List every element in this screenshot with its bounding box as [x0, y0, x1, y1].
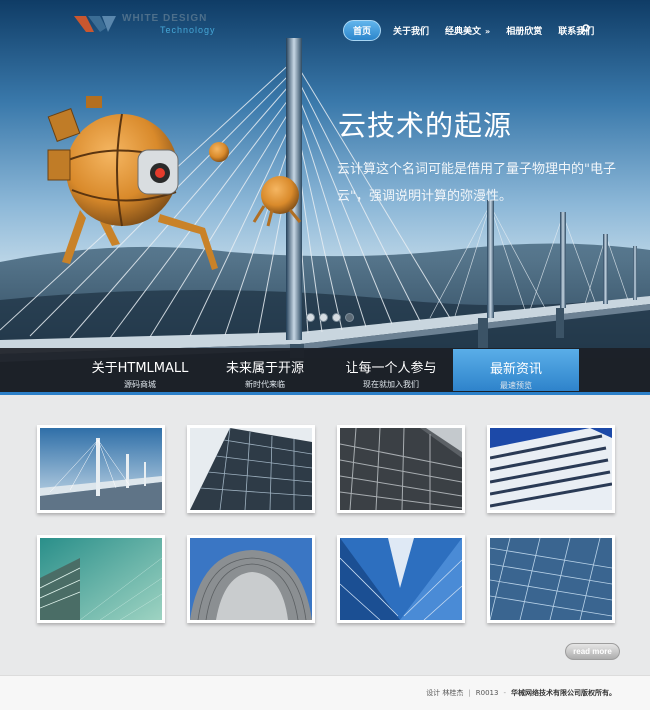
gallery-thumb-glass-tower[interactable] — [187, 425, 315, 513]
site-footer: 设计 林桂杰 | R0013- 华械网络技术有限公司版权所有。 — [0, 675, 650, 710]
main-nav: 首页 关于我们 经典美文» 相册欣赏 联系我们 — [343, 19, 610, 41]
robot-illustration — [47, 96, 218, 270]
logo-mark-icon — [74, 16, 116, 32]
slider-dot[interactable] — [306, 313, 315, 322]
tab-subtitle: 源码商城 — [124, 380, 156, 389]
tab-title: 关于HTMLMALL — [91, 361, 189, 376]
nav-item-gallery[interactable]: 相册欣赏 — [506, 24, 542, 37]
nav-item-home[interactable]: 首页 — [343, 19, 382, 41]
search-icon[interactable] — [580, 24, 590, 34]
tab-title: 让每一个人参与 — [345, 361, 437, 376]
slider-dot-active[interactable] — [345, 313, 354, 322]
double-chevron-icon: » — [485, 26, 491, 36]
slide-text: 云计算这个名词可能是借用了量子物理中的"电子云"，强调说明计算的弥漫性。 — [337, 162, 616, 204]
logo-tagline: Technology — [160, 25, 216, 35]
gallery-thumb-green-glass[interactable] — [37, 535, 165, 623]
bridge-photo — [40, 428, 162, 510]
dome-photo — [190, 538, 312, 620]
nav-item-articles[interactable]: 经典美文» — [445, 24, 490, 37]
hero-banner: WHITE DESIGN Technology 首页 关于我们 经典美文» 相册… — [0, 0, 650, 395]
green-glass-photo — [40, 538, 162, 620]
logo-name: WHITE DESIGN — [122, 13, 208, 24]
gallery-thumb-blue-corner[interactable] — [337, 535, 465, 623]
nav-item-articles-label: 经典美文 — [445, 26, 482, 37]
striped-tower-photo — [490, 428, 612, 510]
nav-item-about[interactable]: 关于我们 — [393, 24, 429, 37]
blue-corner-photo — [340, 538, 462, 620]
slider-dots — [306, 313, 354, 322]
gallery-thumb-blue-grid[interactable] — [487, 535, 615, 623]
slider-dot[interactable] — [332, 313, 341, 322]
tab-subtitle: 现在就加入我们 — [363, 380, 419, 389]
gallery-thumb-dome[interactable] — [187, 535, 315, 623]
gallery-thumb-grid-facade[interactable] — [337, 425, 465, 513]
read-more-button[interactable]: read more — [565, 643, 620, 660]
footer-designer: 林桂杰 — [442, 689, 464, 697]
tab-participate[interactable]: 让每一个人参与 现在就加入我们 — [328, 348, 454, 392]
footer-year: R0013 — [475, 689, 499, 697]
gallery-thumb-striped-tower[interactable] — [487, 425, 615, 513]
tab-about-htmlmall[interactable]: 关于HTMLMALL 源码商城 — [77, 348, 203, 392]
footer-company: 华械网络技术有限公司版权所有。 — [511, 689, 616, 697]
tab-title: 最新资讯 — [489, 362, 542, 377]
glass-tower-photo — [190, 428, 312, 510]
tab-subtitle: 最速预览 — [500, 381, 532, 390]
gallery-thumb-bridge[interactable] — [37, 425, 165, 513]
tab-latest-news[interactable]: 最新资讯 最速预览 — [453, 349, 579, 391]
feature-tabs: 关于HTMLMALL 源码商城 未来属于开源 新时代来临 让每一个人参与 现在就… — [0, 348, 650, 395]
slide-title: 云技术的起源 — [338, 109, 513, 142]
blue-grid-photo — [490, 538, 612, 620]
tab-subtitle: 新时代来临 — [245, 380, 285, 389]
tab-title: 未来属于开源 — [225, 361, 304, 376]
tab-open-source[interactable]: 未来属于开源 新时代来临 — [202, 348, 328, 392]
site-logo[interactable]: WHITE DESIGN Technology — [72, 12, 232, 38]
slider-dot[interactable] — [319, 313, 328, 322]
grid-facade-photo — [340, 428, 462, 510]
footer-design-label: 设计 — [426, 689, 441, 697]
footer-copyright: 设计 林桂杰 | R0013- 华械网络技术有限公司版权所有。 — [426, 689, 616, 697]
